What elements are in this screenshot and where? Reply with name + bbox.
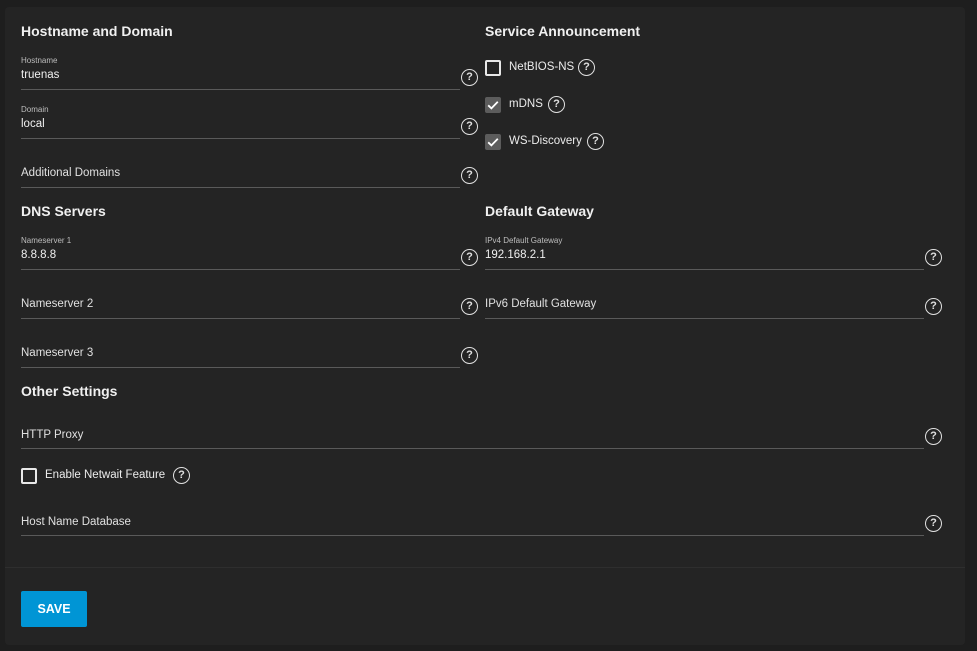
save-button[interactable]: SAVE bbox=[21, 591, 87, 627]
hostname-label: Hostname bbox=[21, 56, 58, 65]
ws-discovery-checkbox[interactable] bbox=[485, 134, 501, 150]
hostname-input[interactable]: truenas bbox=[21, 69, 59, 81]
nameserver3-input[interactable]: Nameserver 3 bbox=[21, 347, 93, 359]
nameserver2-help-icon[interactable]: ? bbox=[461, 298, 478, 315]
ipv6-gateway-input[interactable]: IPv6 Default Gateway bbox=[485, 298, 596, 310]
ipv6-gateway-underline bbox=[485, 318, 924, 319]
nameserver3-underline bbox=[21, 367, 460, 368]
section-title-other-settings: Other Settings bbox=[21, 383, 118, 399]
nameserver3-help-icon[interactable]: ? bbox=[461, 347, 478, 364]
netbios-ns-checkbox[interactable] bbox=[485, 60, 501, 76]
ipv4-gateway-help-icon[interactable]: ? bbox=[925, 249, 942, 266]
http-proxy-underline bbox=[21, 448, 924, 449]
domain-help-icon[interactable]: ? bbox=[461, 118, 478, 135]
nameserver1-underline bbox=[21, 269, 460, 270]
domain-input[interactable]: local bbox=[21, 118, 45, 130]
nameserver1-help-icon[interactable]: ? bbox=[461, 249, 478, 266]
mdns-help-icon[interactable]: ? bbox=[548, 96, 565, 113]
additional-domains-help-icon[interactable]: ? bbox=[461, 167, 478, 184]
network-settings-card: Hostname and Domain Service Announcement… bbox=[5, 7, 965, 645]
ipv4-gateway-label: IPv4 Default Gateway bbox=[485, 236, 563, 245]
netbios-ns-label: NetBIOS-NS bbox=[509, 61, 575, 73]
ws-discovery-label: WS-Discovery bbox=[509, 135, 582, 147]
domain-label: Domain bbox=[21, 105, 49, 114]
additional-domains-underline bbox=[21, 187, 460, 188]
nameserver2-underline bbox=[21, 318, 460, 319]
section-title-default-gateway: Default Gateway bbox=[485, 203, 594, 219]
netwait-checkbox[interactable] bbox=[21, 468, 37, 484]
additional-domains-input[interactable]: Additional Domains bbox=[21, 167, 120, 179]
ipv4-gateway-input[interactable]: 192.168.2.1 bbox=[485, 249, 546, 261]
checkmark-icon bbox=[487, 138, 499, 147]
mdns-checkbox[interactable] bbox=[485, 97, 501, 113]
section-title-service-announcement: Service Announcement bbox=[485, 23, 641, 39]
nameserver1-input[interactable]: 8.8.8.8 bbox=[21, 249, 56, 261]
host-name-database-help-icon[interactable]: ? bbox=[925, 515, 942, 532]
host-name-database-underline bbox=[21, 535, 924, 536]
nameserver1-label: Nameserver 1 bbox=[21, 236, 72, 245]
netbios-ns-help-icon[interactable]: ? bbox=[578, 59, 595, 76]
hostname-underline bbox=[21, 89, 460, 90]
checkmark-icon bbox=[487, 101, 499, 110]
host-name-database-input[interactable]: Host Name Database bbox=[21, 516, 131, 528]
ws-discovery-help-icon[interactable]: ? bbox=[587, 133, 604, 150]
domain-underline bbox=[21, 138, 460, 139]
ipv6-gateway-help-icon[interactable]: ? bbox=[925, 298, 942, 315]
http-proxy-input[interactable]: HTTP Proxy bbox=[21, 429, 83, 441]
section-title-dns-servers: DNS Servers bbox=[21, 203, 106, 219]
actions-divider bbox=[5, 567, 965, 568]
http-proxy-help-icon[interactable]: ? bbox=[925, 428, 942, 445]
nameserver2-input[interactable]: Nameserver 2 bbox=[21, 298, 93, 310]
ipv4-gateway-underline bbox=[485, 269, 924, 270]
netwait-label: Enable Netwait Feature bbox=[45, 469, 166, 481]
netwait-help-icon[interactable]: ? bbox=[173, 467, 190, 484]
section-title-hostname-domain: Hostname and Domain bbox=[21, 23, 173, 39]
hostname-help-icon[interactable]: ? bbox=[461, 69, 478, 86]
mdns-label: mDNS bbox=[509, 98, 543, 110]
